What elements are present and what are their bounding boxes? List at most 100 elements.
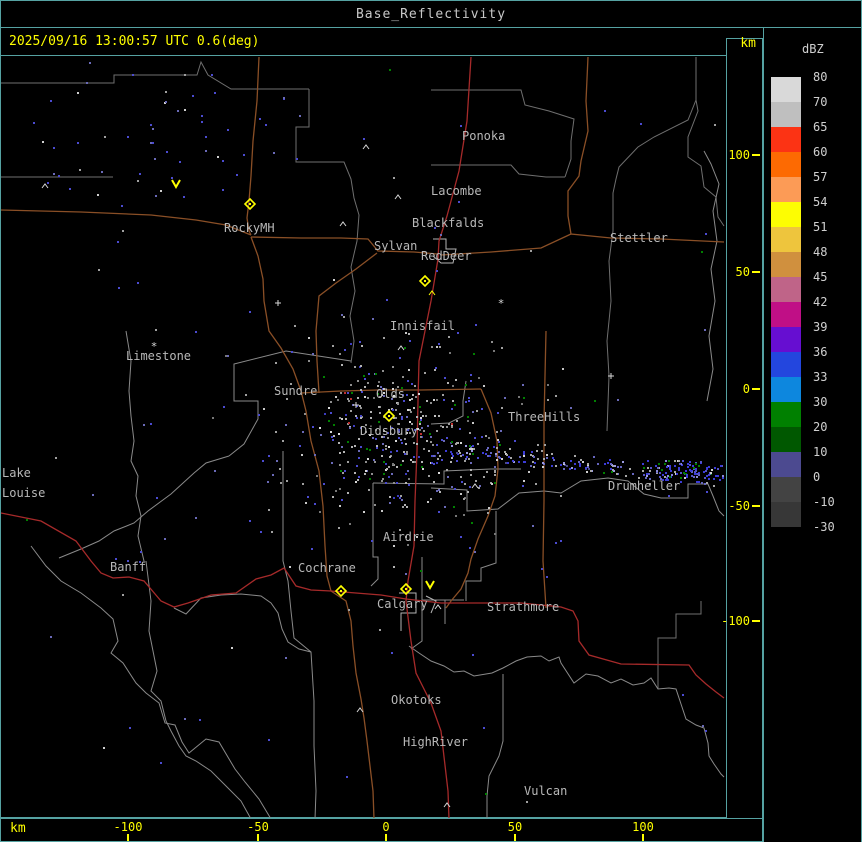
radar-echo-pixel [693,467,695,469]
radar-echo-pixel [363,511,365,513]
radar-echo-pixel [438,415,440,417]
radar-echo-pixel [580,459,582,461]
radar-echo-pixel [603,472,605,474]
radar-echo-pixel [555,465,557,467]
radar-echo-pixel [268,739,270,741]
radar-echo-pixel [374,461,376,463]
radar-echo-pixel [682,460,684,462]
radar-echo-pixel [262,460,264,462]
radar-echo-pixel [463,498,465,500]
radar-echo-pixel [361,345,363,347]
caret-symbol [397,345,405,351]
radar-echo-pixel [393,566,395,568]
radar-echo-pixel [324,413,326,415]
radar-echo-pixel [563,462,565,464]
radar-echo-pixel [694,473,696,475]
radar-echo-pixel [625,475,627,477]
radar-echo-pixel [522,384,524,386]
right-axis-tick-100: 100 [725,148,762,162]
radar-echo-pixel [465,445,467,447]
radar-echo-pixel [555,395,557,397]
radar-echo-pixel [236,174,238,176]
radar-echo-pixel [98,269,100,271]
radar-echo-pixel [450,451,452,453]
radar-echo-pixel [546,454,548,456]
radar-echo-pixel [304,413,306,415]
radar-echo-pixel [655,465,657,467]
bottom-axis-tick-mark [385,834,387,841]
radar-echo-pixel [464,483,466,485]
radar-echo-pixel [371,473,373,475]
radar-echo-pixel [466,456,468,458]
radar-echo-pixel [356,465,358,467]
right-axis-tick-mark [752,620,760,622]
radar-echo-pixel [386,299,388,301]
radar-echo-pixel [339,464,341,466]
radar-echo-pixel [693,476,695,478]
radar-echo-pixel [272,474,274,476]
radar-echo-pixel [214,92,216,94]
radar-echo-pixel [665,460,667,462]
radar-echo-pixel [649,470,651,472]
radar-echo-pixel [569,468,571,470]
radar-echo-pixel [451,426,453,428]
radar-echo-pixel [570,407,572,409]
radar-echo-pixel [620,466,622,468]
radar-echo-pixel [439,346,441,348]
radar-echo-pixel [308,360,310,362]
radar-echo-pixel [408,478,410,480]
city-label-reddeer: RedDeer [421,249,472,263]
radar-echo-pixel [448,423,450,425]
radar-echo-pixel [396,450,398,452]
radar-echo-pixel [640,123,642,125]
radar-echo-pixel [372,318,374,320]
radar-echo-pixel [330,431,332,433]
radar-echo-pixel [704,483,706,485]
radar-echo-pixel [368,489,370,491]
caret-symbol [339,221,347,227]
radar-echo-pixel [547,384,549,386]
radar-echo-pixel [122,230,124,232]
radar-echo-pixel [89,62,91,64]
radar-echo-pixel [302,431,304,433]
radar-echo-pixel [588,468,590,470]
radar-echo-pixel [401,499,403,501]
radar-echo-pixel [431,455,433,457]
radar-echo-pixel [245,394,247,396]
radar-echo-pixel [439,455,441,457]
radar-echo-pixel [462,454,464,456]
radar-echo-pixel [363,375,365,377]
radar-echo-pixel [343,477,345,479]
legend-value-label: 45 [813,270,828,284]
radar-echo-pixel [373,397,375,399]
radar-echo-pixel [393,177,395,179]
radar-echo-pixel [407,380,409,382]
legend-color-block-42 [771,302,801,327]
radar-echo-pixel [541,568,543,570]
radar-echo-pixel [405,443,407,445]
radar-echo-pixel [530,454,532,456]
radar-echo-pixel [389,69,391,71]
right-axis-tick-mark [752,388,760,390]
radar-echo-pixel [476,410,478,412]
radar-echo-pixel [260,531,262,533]
radar-echo-pixel [370,411,372,413]
radar-echo-pixel [642,463,644,465]
legend-value-label: 60 [813,145,828,159]
radar-echo-pixel [477,457,479,459]
radar-echo-pixel [643,474,645,476]
radar-echo-pixel [587,466,589,468]
city-label-highriver: HighRiver [403,735,469,749]
radar-echo-pixel [440,425,442,427]
radar-echo-pixel [404,347,406,349]
radar-echo-pixel [294,325,296,327]
radar-echo-pixel [574,468,576,470]
radar-map[interactable]: * * Ponoka Lacombe Blackfalds Sylvan RedDeer S… [0,55,726,819]
city-label-ponoka: Ponoka [462,129,506,143]
radar-echo-pixel [499,444,501,446]
radar-echo-pixel [155,195,157,197]
radar-echo-pixel [388,466,390,468]
radar-echo-pixel [468,400,470,402]
legend-value-label: 57 [813,170,828,184]
radar-echo-pixel [416,443,418,445]
